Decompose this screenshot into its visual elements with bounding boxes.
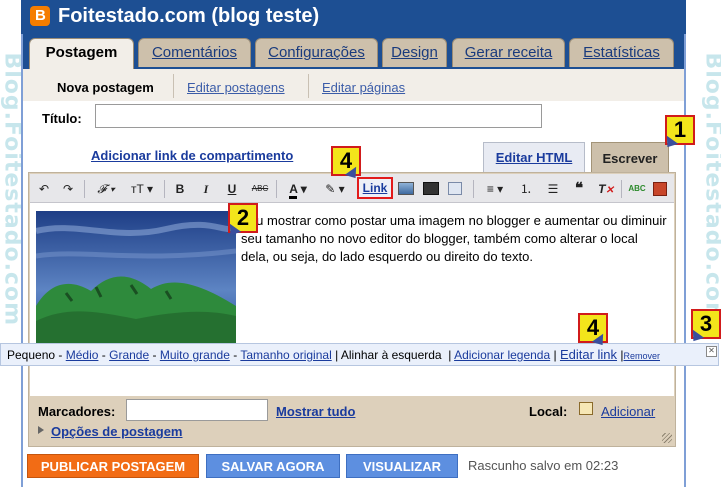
resize-grip-icon[interactable]	[662, 433, 672, 443]
tab-edit-html[interactable]: Editar HTML	[483, 142, 585, 172]
video-icon[interactable]	[423, 180, 441, 198]
image-icon[interactable]	[398, 180, 416, 198]
bubble-sep: |	[444, 348, 455, 362]
font-family-glyph: 𝓕	[97, 182, 107, 196]
edit-link-link[interactable]: Editar link	[560, 347, 617, 362]
preview-button[interactable]: VISUALIZAR	[346, 454, 458, 478]
blog-title: Foitestado.com (blog teste)	[58, 5, 320, 27]
align-icon[interactable]: ≡ ▾	[481, 180, 509, 198]
expand-arrow-icon[interactable]	[38, 426, 44, 434]
quote-icon[interactable]: ❝	[570, 180, 588, 198]
toolbar-divider	[164, 180, 165, 198]
bubble-sep: -	[101, 348, 110, 362]
subtab-editar-paginas[interactable]: Editar páginas	[322, 80, 405, 95]
remove-format-icon[interactable]: T✕	[597, 180, 615, 198]
labels-input[interactable]	[126, 399, 268, 421]
size-large-link[interactable]: Grande	[109, 348, 149, 362]
numbered-list-icon[interactable]: ⒈	[517, 180, 535, 198]
jump-break-icon[interactable]	[448, 180, 466, 198]
size-original-link[interactable]: Tamanho original	[240, 348, 331, 362]
add-caption-link[interactable]: Adicionar legenda	[454, 348, 550, 362]
publish-button[interactable]: PUBLICAR POSTAGEM	[27, 454, 199, 478]
spellcheck-icon[interactable]: ABC	[627, 180, 647, 198]
save-now-button[interactable]: SALVAR AGORA	[206, 454, 340, 478]
undo-icon[interactable]: ↶	[36, 180, 52, 198]
italic-icon[interactable]: I	[198, 180, 214, 198]
toolbar-divider	[621, 180, 622, 198]
landscape-image	[36, 211, 236, 343]
text-color-glyph: A	[289, 182, 298, 199]
text-color-icon[interactable]: A ▾	[283, 180, 313, 199]
add-share-link[interactable]: Adicionar link de compartimento	[91, 148, 293, 163]
toolbar-divider	[473, 180, 474, 198]
subtab-divider	[308, 74, 309, 98]
subtab-divider	[173, 74, 174, 98]
size-small-current[interactable]: Pequeno	[7, 348, 55, 362]
size-medium-link[interactable]: Médio	[66, 348, 99, 362]
location-label: Local:	[529, 404, 568, 419]
tab-postagem[interactable]: Postagem	[29, 38, 134, 69]
image-options-bubble: Pequeno - Médio - Grande - Muito grande …	[0, 343, 719, 366]
toolbar-divider	[276, 180, 277, 198]
bullet-list-icon[interactable]: ☰	[544, 180, 562, 198]
show-all-labels-link[interactable]: Mostrar tudo	[276, 404, 355, 419]
watermark-right: Blog.Foitestado.com	[700, 52, 721, 327]
location-edit-icon[interactable]	[579, 402, 593, 415]
bold-icon[interactable]: B	[172, 180, 188, 198]
bubble-sep: -	[152, 348, 160, 362]
tab-compose[interactable]: Escrever	[591, 142, 669, 172]
size-extra-large-link[interactable]: Muito grande	[160, 348, 230, 362]
strikethrough-icon[interactable]: ABC	[249, 180, 271, 198]
blogger-logo-icon	[30, 6, 50, 26]
subtab-editar-postagens[interactable]: Editar postagens	[187, 80, 285, 95]
font-family-icon[interactable]: 𝓕 ▾	[92, 180, 120, 198]
add-location-link[interactable]: Adicionar	[601, 404, 655, 419]
title-input[interactable]	[95, 104, 542, 128]
toolbar-divider	[84, 180, 85, 198]
subtab-nova-postagem[interactable]: Nova postagem	[57, 80, 154, 95]
tab-design[interactable]: Design	[382, 38, 447, 67]
font-size-icon[interactable]: тT ▾	[127, 180, 157, 198]
close-icon[interactable]: ✕	[706, 346, 717, 357]
post-image[interactable]	[36, 211, 236, 343]
tab-estatisticas[interactable]: Estatísticas	[569, 38, 674, 67]
bubble-sep: -	[58, 348, 66, 362]
post-options-link[interactable]: Opções de postagem	[51, 424, 182, 439]
tab-gerar-receita[interactable]: Gerar receita	[452, 38, 565, 67]
draft-status: Rascunho salvo em 02:23	[468, 458, 619, 473]
tab-comentarios[interactable]: Comentários	[138, 38, 251, 67]
highlight-icon[interactable]: ✎ ▾	[320, 180, 350, 198]
title-label: Título:	[42, 111, 82, 126]
remove-image-link[interactable]: Remover	[624, 351, 661, 361]
post-body-text[interactable]: Vou mostrar como postar uma imagem no bl…	[241, 212, 669, 266]
align-left-current[interactable]: Alinhar à esquerda	[341, 348, 442, 362]
link-button[interactable]: Link	[357, 177, 393, 199]
labels-label: Marcadores:	[38, 404, 116, 419]
tab-configuracoes[interactable]: Configurações	[255, 38, 378, 67]
redo-icon[interactable]: ↷	[60, 180, 76, 198]
font-size-glyph: тT	[131, 182, 144, 196]
rtl-icon[interactable]	[653, 180, 669, 198]
underline-icon[interactable]: U	[224, 180, 240, 198]
